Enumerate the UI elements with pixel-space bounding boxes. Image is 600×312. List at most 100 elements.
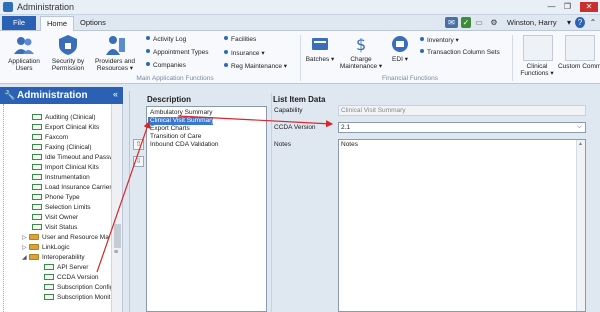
tree-item-instrumentation[interactable]: Instrumentation: [32, 173, 90, 182]
tree-item-load-insurance-carrier[interactable]: Load Insurance Carrier: [32, 183, 111, 192]
tree-item-faxcom[interactable]: Faxcom: [32, 133, 68, 142]
tree-item-label: Load Insurance Carrier: [45, 184, 112, 191]
tree-item-label: API Server: [57, 264, 89, 271]
clinical-functions-icon: [523, 35, 553, 61]
grip-icon: ≡: [114, 249, 119, 256]
wrench-icon: 🔧: [4, 90, 16, 100]
list-item[interactable]: Transition of Care: [150, 133, 201, 141]
title-bar: Administration — ❐ ✕: [0, 0, 600, 15]
capability-label: Capability: [274, 107, 303, 114]
collapse-icon[interactable]: ◢: [22, 254, 27, 263]
tree-item-label: Interoperability: [42, 254, 85, 261]
tree-item-auditing[interactable]: Auditing (Clinical): [32, 113, 96, 122]
tree-item-ccda-version[interactable]: CCDA Version: [44, 273, 99, 282]
list-item-data-title: List Item Data: [273, 95, 326, 104]
tab-file[interactable]: File: [2, 16, 36, 30]
companies-label: Companies: [153, 62, 186, 69]
notes-textarea[interactable]: Notes ▲: [338, 139, 586, 312]
activity-log-item[interactable]: Activity Log: [146, 36, 186, 43]
batches-button[interactable]: Batches ▾: [304, 34, 336, 63]
facilities-item[interactable]: Facilities: [224, 36, 256, 43]
charge-maintenance-button[interactable]: $ Charge Maintenance ▾: [338, 34, 384, 70]
ribbon: Application Users Security by Permission…: [0, 31, 600, 84]
clinical-functions-button[interactable]: Clinical Functions ▾: [514, 63, 560, 77]
minimize-button[interactable]: —: [546, 2, 557, 12]
scroll-up-icon[interactable]: ▲: [578, 141, 583, 147]
security-by-permission-button[interactable]: Security by Permission: [48, 34, 88, 72]
application-users-label: Application Users: [8, 58, 40, 72]
tree-item-visit-status[interactable]: Visit Status: [32, 223, 77, 232]
tree-item-label: Visit Status: [45, 224, 78, 231]
maximize-button[interactable]: ❐: [562, 2, 573, 12]
form-icon: [32, 134, 42, 140]
tree-item-label: Subscription Config: [57, 284, 114, 291]
form-icon: [32, 184, 42, 190]
expand-icon[interactable]: ▷: [22, 244, 27, 253]
tree-scrollbar[interactable]: ≡: [111, 104, 122, 312]
tree-item-import-clinical-kits[interactable]: Import Clinical Kits: [32, 163, 99, 172]
tree-item-selection-limits[interactable]: Selection Limits: [32, 203, 91, 212]
transaction-column-sets-item[interactable]: Transaction Column Sets: [420, 49, 500, 56]
ccda-version-select[interactable]: 2.1 ⌵: [338, 122, 586, 133]
move-down-button[interactable]: ⇩: [133, 156, 144, 167]
tree-item-label: Faxcom: [45, 134, 69, 141]
tab-options[interactable]: Options: [74, 16, 112, 31]
tree-item-api-server[interactable]: API Server: [44, 263, 88, 272]
edi-button[interactable]: EDI ▾: [386, 34, 414, 63]
reg-maintenance-item[interactable]: Reg Maintenance ▾: [224, 62, 287, 70]
expand-icon[interactable]: ▷: [22, 234, 27, 243]
settings-icon[interactable]: ⚙: [488, 17, 500, 28]
description-title: Description: [147, 95, 192, 104]
financial-functions-group-label: Financial Functions: [382, 75, 438, 82]
application-users-button[interactable]: Application Users: [4, 34, 44, 72]
move-up-button[interactable]: ⇧: [133, 139, 144, 150]
tree-item-subscription-monitor[interactable]: Subscription Monit: [44, 293, 110, 302]
help-icon[interactable]: ?: [575, 17, 585, 28]
form-icon: [32, 154, 42, 160]
notes-scrollbar[interactable]: ▲: [576, 140, 585, 311]
user-name[interactable]: Winston, Harry: [507, 18, 557, 27]
tree-item-faxing[interactable]: Faxing (Clinical): [32, 143, 92, 152]
tree-item-label: Visit Owner: [45, 214, 79, 221]
tree-folder-user-and-resource[interactable]: ▷ User and Resource Ma: [22, 233, 109, 242]
batches-icon: [312, 38, 328, 50]
form-icon: [32, 174, 42, 180]
tree-folder-linklogic[interactable]: ▷ LinkLogic: [22, 243, 69, 252]
close-button[interactable]: ✕: [580, 2, 598, 12]
appointment-types-item[interactable]: Appointment Types: [146, 49, 209, 56]
form-icon: [44, 274, 54, 280]
chevron-down-icon[interactable]: ⌵: [575, 123, 584, 132]
inventory-item[interactable]: Inventory ▾: [420, 36, 459, 44]
tree-item-label: CCDA Version: [57, 274, 99, 281]
form-icon: [32, 224, 42, 230]
user-dropdown-icon[interactable]: ▾: [565, 17, 573, 28]
list-item[interactable]: Export Charts: [150, 125, 190, 133]
tree-item-subscription-config[interactable]: Subscription Config: [44, 283, 113, 292]
collapse-pane-button[interactable]: «: [113, 89, 118, 99]
form-icon: [32, 114, 42, 120]
tree-folder-interoperability[interactable]: ◢ Interoperability: [22, 253, 85, 262]
tree-item-phone-type[interactable]: Phone Type: [32, 193, 80, 202]
tree-item-export-clinical-kits[interactable]: Export Clinical Kits: [32, 123, 99, 132]
tab-home[interactable]: Home: [40, 16, 75, 31]
tree-item-idle-timeout[interactable]: Idle Timeout and Passw: [32, 153, 114, 162]
list-item[interactable]: Ambulatory Summary: [150, 109, 213, 117]
scrollbar-thumb[interactable]: [114, 224, 121, 248]
ribbon-tabs: File Home Options ✉ ✓ ▭ ⚙ Winston, Harry…: [0, 15, 600, 31]
list-item-selected[interactable]: Clinical Visit Summary: [148, 117, 215, 125]
list-item[interactable]: Inbound CDA Validation: [150, 141, 219, 149]
companies-item[interactable]: Companies: [146, 62, 186, 69]
insurance-item[interactable]: Insurance ▾: [224, 49, 265, 57]
messages-icon[interactable]: ✉: [445, 17, 458, 28]
tasks-icon[interactable]: ✓: [461, 17, 471, 28]
pin-icon[interactable]: ▭: [474, 17, 484, 28]
provider-icon: [106, 36, 125, 55]
ribbon-collapse-icon[interactable]: ⌃: [588, 17, 598, 28]
transaction-column-sets-label: Transaction Column Sets: [427, 49, 500, 56]
providers-and-resources-button[interactable]: Providers and Resources ▾: [90, 34, 140, 72]
ccda-version-label: CCDA Version: [274, 124, 316, 131]
custom-commands-button[interactable]: Custom Command: [558, 63, 600, 70]
folder-icon: [29, 244, 39, 250]
tree-item-visit-owner[interactable]: Visit Owner: [32, 213, 78, 222]
description-list: Ambulatory Summary Clinical Visit Summar…: [146, 106, 267, 312]
